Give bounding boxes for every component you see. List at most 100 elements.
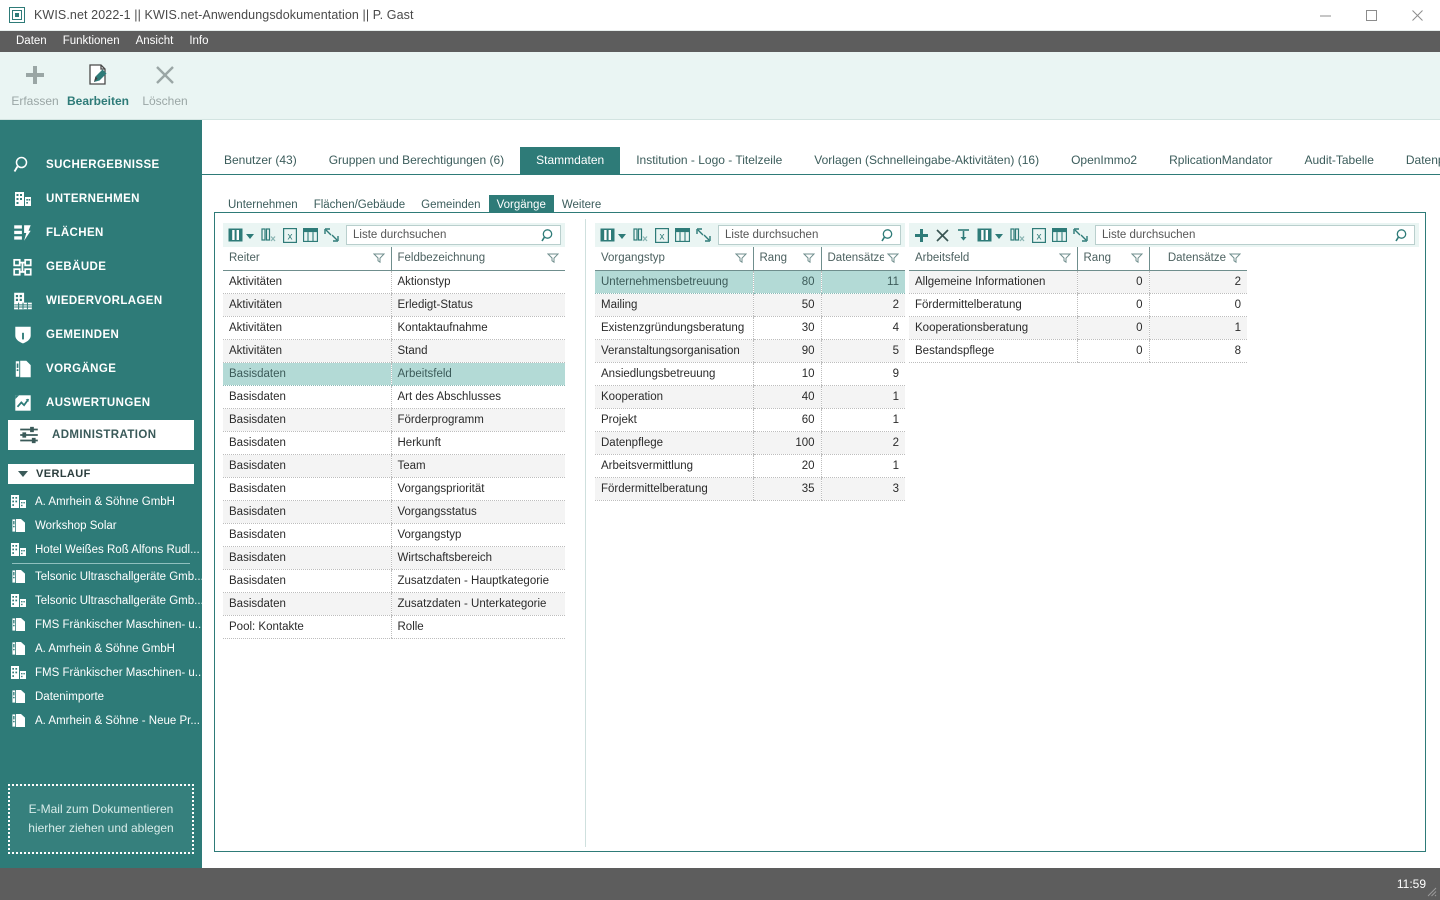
export-excel-icon[interactable]: x [1028,224,1049,246]
magnifier-icon[interactable] [1390,228,1414,243]
menu-item-info[interactable]: Info [181,31,216,52]
chevron-down-icon[interactable] [995,233,1003,239]
table-row[interactable]: Basisdaten Förderprogramm [223,408,565,432]
clear-filter-icon[interactable] [630,224,651,246]
search-input[interactable]: Liste durchsuchen [718,225,901,245]
search-input[interactable]: Liste durchsuchen [346,225,561,245]
search-input[interactable]: Liste durchsuchen [1095,225,1415,245]
magnifier-icon[interactable] [876,228,900,243]
filter-icon[interactable] [372,252,385,264]
verlauf-header[interactable]: VERLAUF [8,464,194,484]
sidebar-item-vorgaenge[interactable]: VORGÄNGE [0,352,202,386]
import-down-icon[interactable] [953,224,974,246]
list-item[interactable]: Workshop Solar [10,514,202,538]
tab-openimmo2[interactable]: OpenImmo2 [1055,147,1153,174]
clear-filter-icon[interactable] [1007,224,1028,246]
table-row[interactable]: Aktivitäten Stand [223,339,565,363]
tab-rplicationmandator[interactable]: RplicationMandator [1153,147,1288,174]
table-row[interactable]: Kooperationsberatung 0 1 [909,316,1247,340]
resize-grip-icon[interactable] [1425,885,1437,897]
table-row[interactable]: Basisdaten Zusatzdaten - Hauptkategorie [223,569,565,593]
column-chooser-icon[interactable] [974,224,995,246]
table-row-selected[interactable]: Unternehmensbetreuung 80 11 [595,270,905,294]
filter-icon[interactable] [547,252,559,264]
sidebar-item-flaechen[interactable]: FLÄCHEN [0,216,202,250]
col-vorgangstyp[interactable]: Vorgangstyp [595,247,753,271]
sidebar-item-suchergebnisse[interactable]: SUCHERGEBNISSE [0,148,202,182]
grid-layout-icon[interactable] [672,224,693,246]
list-item[interactable]: A. Amrhein & Söhne - Neue Pr... [10,709,202,733]
filter-icon[interactable] [1130,252,1143,264]
sidebar-item-administration[interactable]: ADMINISTRATION [8,420,194,450]
chevron-down-icon[interactable] [246,233,254,239]
table-row[interactable]: Allgemeine Informationen 0 2 [909,270,1247,294]
bearbeiten-button[interactable]: Bearbeiten [63,58,133,116]
export-excel-icon[interactable]: x [651,224,672,246]
col-feldbezeichnung[interactable]: Feldbezeichnung [390,247,565,271]
list-item[interactable]: A. Amrhein & Söhne GmbH [10,490,202,514]
tab-audit-tabelle[interactable]: Audit-Tabelle [1289,147,1390,174]
menu-item-funktionen[interactable]: Funktionen [55,31,128,52]
menu-item-ansicht[interactable]: Ansicht [128,31,182,52]
table-row[interactable]: Aktivitäten Erledigt-Status [223,293,565,317]
sidebar-item-auswertungen[interactable]: AUSWERTUNGEN [0,386,202,420]
col-arbeitsfeld[interactable]: Arbeitsfeld [909,247,1077,271]
clear-filter-icon[interactable] [258,224,279,246]
table-row[interactable]: Basisdaten Herkunft [223,431,565,455]
table-row[interactable]: Aktivitäten Aktionstyp [223,270,565,294]
col-reiter[interactable]: Reiter [223,247,391,271]
maximize-icon[interactable] [1348,0,1394,31]
close-icon[interactable] [1394,0,1440,31]
table-row[interactable]: Kooperation 40 1 [595,385,905,409]
table-row[interactable]: Fördermittelberatung 0 0 [909,293,1247,317]
menu-item-daten[interactable]: Daten [8,31,55,52]
table-row[interactable]: Basisdaten Wirtschaftsbereich [223,546,565,570]
table-row[interactable]: Basisdaten Team [223,454,565,478]
list-item[interactable]: FMS Fränkischer Maschinen- u... [10,661,202,685]
col-rang[interactable]: Rang [752,247,821,271]
table-row[interactable]: Mailing 50 2 [595,293,905,317]
tab-vorlagen-schnelleingabe[interactable]: Vorlagen (Schnelleingabe-Aktivitäten) (1… [798,147,1055,174]
list-item[interactable]: Datenimporte [10,685,202,709]
sidebar-item-unternehmen[interactable]: UNTERNEHMEN [0,182,202,216]
loeschen-button[interactable]: Löschen [130,58,200,116]
table-row[interactable]: Basisdaten Vorgangspriorität [223,477,565,501]
plus-icon[interactable] [911,224,932,246]
list-item[interactable]: Telsonic Ultraschallgeräte Gmb... [10,565,202,589]
list-item[interactable]: Hotel Weißes Roß Alfons Rudl... [10,538,202,562]
table-row[interactable]: Pool: Kontakte Rolle [223,615,565,639]
col-datensaetze[interactable]: Datensätze [820,247,905,271]
tab-stammdaten[interactable]: Stammdaten [520,147,621,174]
tab-institution-logo-titelzeile[interactable]: Institution - Logo - Titelzeile [620,147,798,174]
table-row[interactable]: Existenzgründungsberatung 30 4 [595,316,905,340]
panel-splitter[interactable] [585,219,586,847]
filter-icon[interactable] [887,252,899,264]
expand-collapse-icon[interactable] [1070,224,1091,246]
filter-icon[interactable] [802,252,815,264]
table-row[interactable]: Datenpflege 100 2 [595,431,905,455]
table-row[interactable]: Basisdaten Zusatzdaten - Unterkategorie [223,592,565,616]
sidebar-item-wiedervorlagen[interactable]: WIEDERVORLAGEN [0,284,202,318]
table-row-selected[interactable]: Basisdaten Arbeitsfeld [223,362,565,386]
grid-layout-icon[interactable] [1049,224,1070,246]
sidebar-item-gebaeude[interactable]: GEBÄUDE [0,250,202,284]
tab-gruppen-berechtigungen[interactable]: Gruppen und Berechtigungen (6) [313,147,520,174]
magnifier-icon[interactable] [536,228,560,243]
filter-icon[interactable] [734,252,747,264]
table-row[interactable]: Fördermittelberatung 35 3 [595,477,905,501]
filter-icon[interactable] [1058,252,1071,264]
list-item[interactable]: A. Amrhein & Söhne GmbH [10,637,202,661]
grid-layout-icon[interactable] [300,224,321,246]
export-excel-icon[interactable]: x [279,224,300,246]
table-row[interactable]: Arbeitsvermittlung 20 1 [595,454,905,478]
table-row[interactable]: Basisdaten Vorgangstyp [223,523,565,547]
column-chooser-icon[interactable] [597,224,618,246]
expand-collapse-icon[interactable] [693,224,714,246]
table-row[interactable]: Ansiedlungsbetreuung 10 9 [595,362,905,386]
expand-collapse-icon[interactable] [321,224,342,246]
table-row[interactable]: Bestandspflege 0 8 [909,339,1247,363]
table-row[interactable]: Aktivitäten Kontaktaufnahme [223,316,565,340]
col-datensaetze[interactable]: Datensätze [1148,247,1247,271]
tab-benutzer[interactable]: Benutzer (43) [208,147,313,174]
erfassen-button[interactable]: Erfassen [0,58,70,116]
